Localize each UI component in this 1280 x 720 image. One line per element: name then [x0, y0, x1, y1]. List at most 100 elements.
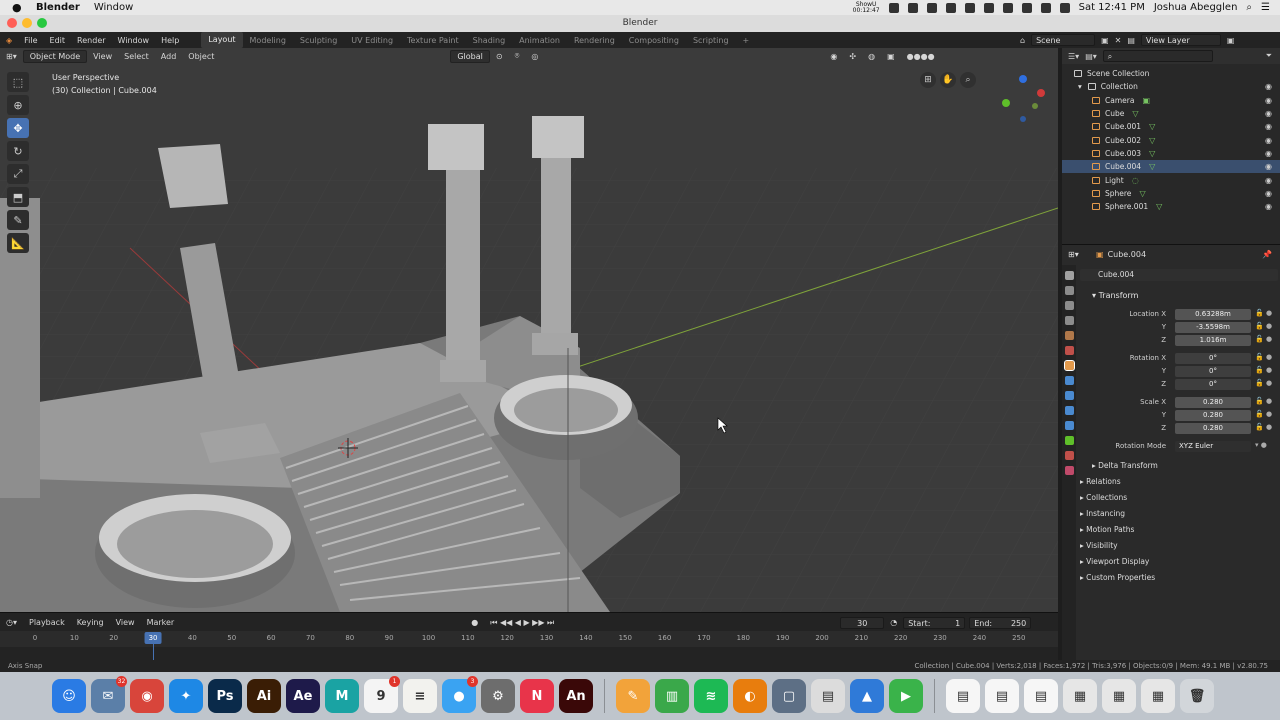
record-icon[interactable]: ● — [465, 618, 484, 627]
rotation-y-field[interactable]: 0° — [1175, 366, 1251, 377]
lock-icon[interactable]: 🔓 ● — [1255, 353, 1272, 361]
minimize-window-button[interactable] — [22, 18, 32, 28]
menu-playback[interactable]: Playback — [23, 618, 71, 627]
measure-tool[interactable]: 📐 — [7, 233, 29, 253]
render-tab-icon[interactable] — [1064, 286, 1074, 295]
app-menu[interactable]: Blender — [36, 2, 80, 13]
dropbox-icon[interactable] — [888, 2, 899, 13]
menu-render[interactable]: Render — [71, 36, 111, 45]
location-y-field[interactable]: -3.5598m — [1175, 322, 1251, 333]
move-tool[interactable]: ✥ — [7, 118, 29, 138]
lock-icon[interactable]: 🔓 ● — [1255, 335, 1272, 343]
panel-custom-properties[interactable]: ▸ Custom Properties — [1080, 570, 1278, 586]
lock-icon[interactable]: 🔓 ● — [1255, 397, 1272, 405]
sync-icon[interactable] — [964, 2, 975, 13]
dock-maya-icon[interactable]: M — [325, 679, 359, 713]
skype-icon[interactable] — [926, 2, 937, 13]
dock-document-3-icon[interactable]: ▤ — [1024, 679, 1058, 713]
lock-icon[interactable]: 🔓 ● — [1255, 309, 1272, 317]
tool-tab-icon[interactable] — [1064, 271, 1074, 280]
creative-cloud-icon[interactable] — [907, 2, 918, 13]
texture-tab-icon[interactable] — [1064, 466, 1074, 475]
remove-scene-icon[interactable]: ✕ — [1115, 36, 1122, 45]
dock-safari-icon[interactable]: ✦ — [169, 679, 203, 713]
rotation-mode-dropdown[interactable]: XYZ Euler — [1175, 441, 1251, 452]
current-frame-field[interactable]: 30 — [840, 616, 885, 629]
particles-tab-icon[interactable] — [1064, 391, 1074, 400]
visibility-eye-icon[interactable]: ◉ — [1265, 176, 1272, 185]
dock-photoshop-icon[interactable]: Ps — [208, 679, 242, 713]
menu-marker[interactable]: Marker — [141, 618, 181, 627]
tab-scripting[interactable]: Scripting — [686, 36, 736, 45]
close-window-button[interactable] — [7, 18, 17, 28]
tab-sculpting[interactable]: Sculpting — [293, 36, 344, 45]
dock-folder-2-icon[interactable]: ▦ — [1102, 679, 1136, 713]
dock-preview-icon[interactable]: ✉ 32 — [91, 676, 127, 713]
object-tab-icon[interactable] — [1063, 360, 1075, 371]
properties-editor-icon[interactable]: ⊞▾ — [1068, 250, 1079, 259]
view-layer-tab-icon[interactable] — [1064, 316, 1074, 325]
object-mode-dropdown[interactable]: Object Mode — [22, 49, 88, 63]
pivot-icon[interactable]: ⊙ — [490, 51, 509, 62]
dock-keynote-icon[interactable]: ▲ — [850, 679, 884, 713]
outliner-item[interactable]: Cube.001 ▽ ◉ — [1062, 120, 1280, 133]
mesh-data-icon[interactable]: ▽ — [1149, 122, 1155, 131]
tab-animation[interactable]: Animation — [512, 36, 567, 45]
dock-blender-icon[interactable]: ◐ — [733, 679, 767, 713]
outliner-item[interactable]: Sphere.001 ▽ ◉ — [1062, 200, 1280, 213]
visibility-eye-icon[interactable]: ◉ — [1265, 109, 1272, 118]
light-data-icon[interactable]: ◌ — [1132, 176, 1139, 185]
outliner-item[interactable]: Camera ▣ ◉ — [1062, 94, 1280, 107]
user-name[interactable]: Joshua Abegglen — [1154, 2, 1238, 13]
visibility-eye-icon[interactable]: ◉ — [1265, 82, 1272, 91]
mesh-data-icon[interactable]: ▽ — [1139, 189, 1145, 198]
dock-system-preferences-icon[interactable]: ⚙ — [481, 679, 515, 713]
dock-messages-icon[interactable]: ● 3 — [442, 676, 478, 713]
lock-icon[interactable]: 🔓 ● — [1255, 410, 1272, 418]
panel-motion-paths[interactable]: ▸ Motion Paths — [1080, 522, 1278, 538]
dock-archive-icon[interactable]: ▤ — [811, 679, 845, 713]
tab-modeling[interactable]: Modeling — [243, 36, 293, 45]
expand-icon[interactable]: ▾ — [1078, 82, 1082, 91]
editor-type-icon[interactable]: ⊞▾ — [0, 51, 23, 62]
overlay-icon[interactable]: ◍ — [862, 51, 881, 62]
output-tab-icon[interactable] — [1064, 301, 1074, 310]
gizmo-toggle-icon[interactable]: ✣ — [843, 51, 862, 62]
dock-screenshot-icon[interactable]: ▢ — [772, 679, 806, 713]
constraints-tab-icon[interactable] — [1064, 421, 1074, 430]
playback-controls[interactable]: ⏮ ◀◀ ◀ ▶ ▶▶ ⏭ — [484, 618, 560, 628]
lock-icon[interactable]: 🔓 ● — [1255, 366, 1272, 374]
location-z-field[interactable]: 1.016m — [1175, 335, 1251, 346]
menu-edit[interactable]: Edit — [44, 36, 72, 45]
zoom-window-button[interactable] — [37, 18, 47, 28]
cursor-tool[interactable]: ⊕ — [7, 95, 29, 115]
data-tab-icon[interactable] — [1064, 436, 1074, 445]
scale-y-field[interactable]: 0.280 — [1175, 410, 1251, 421]
new-view-layer-icon[interactable]: ▣ — [1227, 36, 1235, 45]
pan-hand-icon[interactable]: ✋ — [940, 72, 956, 88]
scale-x-field[interactable]: 0.280 — [1175, 397, 1251, 408]
tab-layout[interactable]: Layout — [201, 32, 243, 48]
lock-icon[interactable]: 🔓 ● — [1255, 423, 1272, 431]
outliner-item[interactable]: Cube.004 ▽ ◉ — [1062, 160, 1280, 174]
menu-view[interactable]: View — [110, 618, 141, 627]
menu-file[interactable]: File — [18, 36, 43, 45]
mesh-data-icon[interactable]: ▽ — [1132, 109, 1138, 118]
transform-panel-header[interactable]: ▾ Transform — [1080, 289, 1278, 303]
visibility-eye-icon[interactable]: ◉ — [1265, 162, 1272, 171]
menu-window[interactable]: Window — [112, 36, 156, 45]
panel-collections[interactable]: ▸ Collections — [1080, 490, 1278, 506]
display-mode-icon[interactable]: ▤▾ — [1085, 52, 1097, 61]
mesh-data-icon[interactable]: ▽ — [1149, 136, 1155, 145]
visibility-eye-icon[interactable]: ◉ — [1265, 149, 1272, 158]
visibility-eye-icon[interactable]: ◉ — [1265, 189, 1272, 198]
outliner-item[interactable]: Cube ▽ ◉ — [1062, 107, 1280, 120]
viewport-menu-select[interactable]: Select — [118, 51, 155, 62]
outliner-item[interactable]: Light ◌ ◉ — [1062, 173, 1280, 186]
scene-tab-icon[interactable] — [1064, 331, 1074, 340]
wifi-icon[interactable] — [1002, 2, 1013, 13]
clock[interactable]: Sat 12:41 PM — [1079, 2, 1145, 13]
menu-keying[interactable]: Keying — [71, 618, 110, 627]
dock-notes-icon[interactable]: ≡ — [403, 679, 437, 713]
material-tab-icon[interactable] — [1064, 451, 1074, 460]
